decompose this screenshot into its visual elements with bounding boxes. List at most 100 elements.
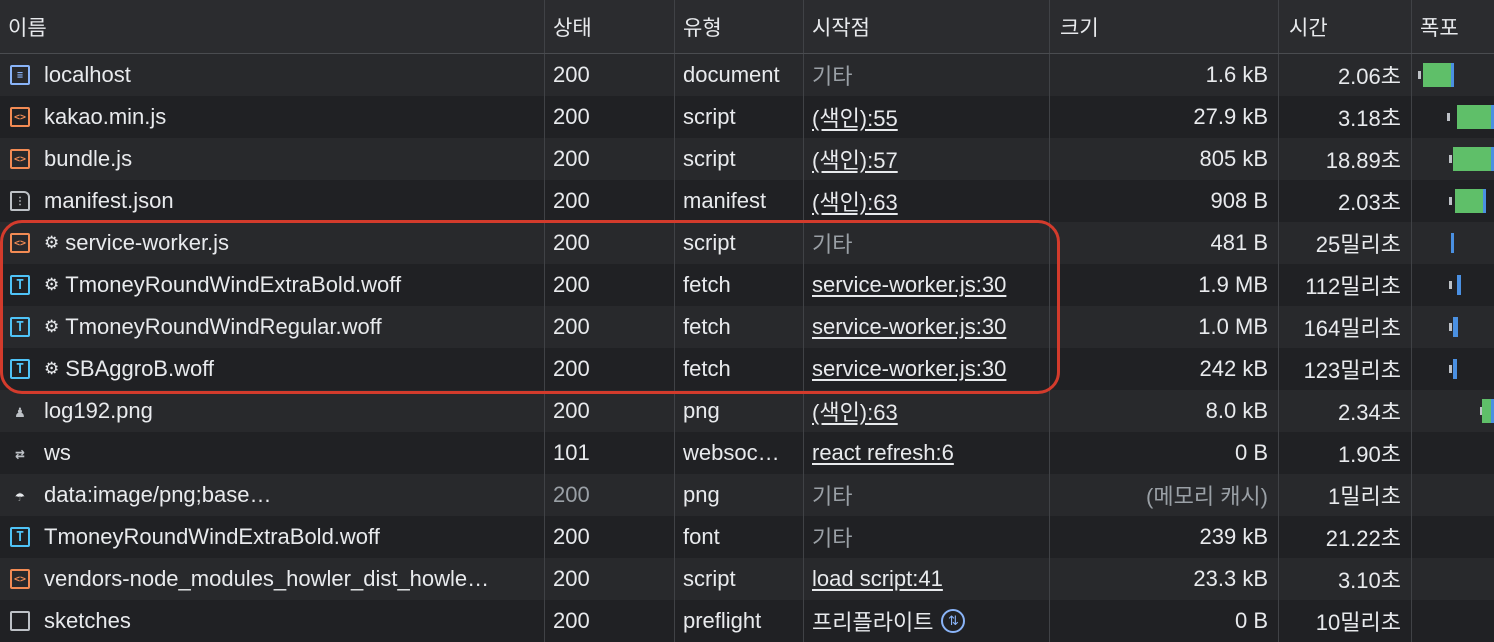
- cell-initiator[interactable]: service-worker.js:30: [804, 348, 1050, 390]
- table-row[interactable]: ⋮ manifest.json 200 manifest (색인):63 908 B 2.0…: [0, 180, 1494, 222]
- cell-type: script: [675, 558, 804, 600]
- cell-initiator[interactable]: react refresh:6: [804, 432, 1050, 474]
- cell-name[interactable]: <> ⚙ service-worker.js: [0, 222, 545, 264]
- cell-status: 200: [545, 180, 675, 222]
- table-row[interactable]: <> kakao.min.js 200 script (색인):55 27.9 kB 3.1…: [0, 96, 1494, 138]
- request-name: manifest.json: [44, 188, 174, 213]
- waterfall-queue-tick: [1418, 71, 1421, 79]
- preflight-icon[interactable]: ⇅: [941, 609, 966, 633]
- document-icon: ≡: [10, 65, 30, 85]
- request-name: vendors-node_modules_howler_dist_howle…: [44, 566, 490, 591]
- cell-name[interactable]: T ⚙ TmoneyRoundWindExtraBold.woff: [0, 264, 545, 306]
- cell-name[interactable]: T ⚙ TmoneyRoundWindRegular.woff: [0, 306, 545, 348]
- column-header-time[interactable]: 시간: [1279, 0, 1412, 53]
- waterfall-bar: [1453, 147, 1494, 171]
- cell-name[interactable]: ♟ log192.png: [0, 390, 545, 432]
- column-header-status[interactable]: 상태: [545, 0, 675, 53]
- cell-waterfall: [1412, 306, 1494, 348]
- table-header: 이름 상태 유형 시작점 크기 시간 폭포: [0, 0, 1494, 54]
- initiator-link[interactable]: service-worker.js:30: [812, 356, 1006, 382]
- cell-name[interactable]: <> kakao.min.js: [0, 96, 545, 138]
- column-header-size[interactable]: 크기: [1050, 0, 1279, 53]
- cell-initiator[interactable]: (색인):57: [804, 138, 1050, 180]
- cell-type: document: [675, 54, 804, 96]
- initiator-link[interactable]: (색인):57: [812, 143, 898, 175]
- table-row[interactable]: <> vendors-node_modules_howler_dist_howle…: [0, 558, 1494, 600]
- table-row[interactable]: <> bundle.js 200 script (색인):57 805 kB 18.89초: [0, 138, 1494, 180]
- cell-status: 200: [545, 516, 675, 558]
- initiator-text: 프리플라이트: [812, 610, 934, 635]
- font-icon: T: [10, 527, 30, 547]
- cell-initiator[interactable]: (색인):55: [804, 96, 1050, 138]
- waterfall-queue-tick: [1449, 281, 1452, 289]
- request-name: bundle.js: [44, 146, 133, 171]
- cell-initiator[interactable]: (색인):63: [804, 180, 1050, 222]
- initiator-link[interactable]: (색인):63: [812, 395, 898, 427]
- gear-icon: ⚙: [44, 359, 60, 378]
- cell-name[interactable]: ☂ data:image/png;base…: [0, 474, 545, 516]
- waterfall-bar: [1482, 399, 1494, 423]
- font-icon: T: [10, 275, 30, 295]
- cell-type: fetch: [675, 348, 804, 390]
- image-icon: ♟: [15, 401, 25, 421]
- cell-size: 805 kB: [1050, 138, 1279, 180]
- cell-time: 2.03초: [1279, 180, 1412, 222]
- cell-name[interactable]: ≡ localhost: [0, 54, 545, 96]
- cell-size: 242 kB: [1050, 348, 1279, 390]
- cell-time: 2.06초: [1279, 54, 1412, 96]
- table-row[interactable]: T ⚙ TmoneyRoundWindExtraBold.woff 200 fetch s…: [0, 264, 1494, 306]
- cell-initiator[interactable]: service-worker.js:30: [804, 264, 1050, 306]
- font-icon: T: [10, 317, 30, 337]
- cell-initiator[interactable]: service-worker.js:30: [804, 306, 1050, 348]
- initiator-link[interactable]: service-worker.js:30: [812, 314, 1006, 340]
- initiator-link[interactable]: react refresh:6: [812, 440, 954, 466]
- gear-icon: ⚙: [44, 317, 60, 336]
- request-name: log192.png: [44, 398, 153, 423]
- initiator-text: 기타: [812, 232, 853, 257]
- initiator-link[interactable]: load script:41: [812, 566, 943, 592]
- column-header-type[interactable]: 유형: [675, 0, 804, 53]
- cell-name[interactable]: ⋮ manifest.json: [0, 180, 545, 222]
- table-row[interactable]: ♟ log192.png 200 png (색인):63 8.0 kB 2.34초: [0, 390, 1494, 432]
- cell-waterfall: [1412, 264, 1494, 306]
- table-row[interactable]: ☂ data:image/png;base… 200 png 기타 (메모리 캐시) 1밀리…: [0, 474, 1494, 516]
- table-row[interactable]: T TmoneyRoundWindExtraBold.woff 200 font 기타 2…: [0, 516, 1494, 558]
- cell-status: 200: [545, 474, 675, 516]
- cell-name[interactable]: <> vendors-node_modules_howler_dist_howle…: [0, 558, 545, 600]
- initiator-link[interactable]: service-worker.js:30: [812, 272, 1006, 298]
- waterfall-bar: [1457, 275, 1461, 295]
- waterfall-bar: [1453, 317, 1458, 337]
- data-icon: ☂: [15, 485, 25, 505]
- cell-type: png: [675, 474, 804, 516]
- cell-status: 101: [545, 432, 675, 474]
- column-header-waterfall[interactable]: 폭포: [1412, 0, 1494, 53]
- cell-type: font: [675, 516, 804, 558]
- cell-name[interactable]: sketches: [0, 600, 545, 642]
- initiator-link[interactable]: (색인):55: [812, 101, 898, 133]
- cell-name[interactable]: T TmoneyRoundWindExtraBold.woff: [0, 516, 545, 558]
- script-icon: <>: [10, 233, 30, 253]
- cell-initiator[interactable]: load script:41: [804, 558, 1050, 600]
- cell-size: (메모리 캐시): [1050, 474, 1279, 516]
- cell-time: 10밀리초: [1279, 600, 1412, 642]
- table-row[interactable]: sketches 200 preflight 프리플라이트 ⇅ 0 B 10밀리초: [0, 600, 1494, 642]
- cell-status: 200: [545, 558, 675, 600]
- request-name: sketches: [44, 608, 131, 633]
- table-row[interactable]: T ⚙ SBAggroB.woff 200 fetch service-worker.js…: [0, 348, 1494, 390]
- table-row[interactable]: ≡ localhost 200 document 기타 1.6 kB 2.06초: [0, 54, 1494, 96]
- table-row[interactable]: ⇄ ws 101 websoc… react refresh:6 0 B 1.90초: [0, 432, 1494, 474]
- column-header-initiator[interactable]: 시작점: [804, 0, 1050, 53]
- table-row[interactable]: T ⚙ TmoneyRoundWindRegular.woff 200 fetch ser…: [0, 306, 1494, 348]
- cell-name[interactable]: <> bundle.js: [0, 138, 545, 180]
- cell-name[interactable]: ⇄ ws: [0, 432, 545, 474]
- column-header-name[interactable]: 이름: [0, 0, 545, 53]
- cell-time: 123밀리초: [1279, 348, 1412, 390]
- request-name: localhost: [44, 62, 131, 87]
- initiator-link[interactable]: (색인):63: [812, 185, 898, 217]
- cell-type: script: [675, 138, 804, 180]
- cell-name[interactable]: T ⚙ SBAggroB.woff: [0, 348, 545, 390]
- table-row[interactable]: <> ⚙ service-worker.js 200 script 기타 481 B 25밀리…: [0, 222, 1494, 264]
- cell-type: fetch: [675, 306, 804, 348]
- cell-initiator[interactable]: (색인):63: [804, 390, 1050, 432]
- cell-time: 21.22초: [1279, 516, 1412, 558]
